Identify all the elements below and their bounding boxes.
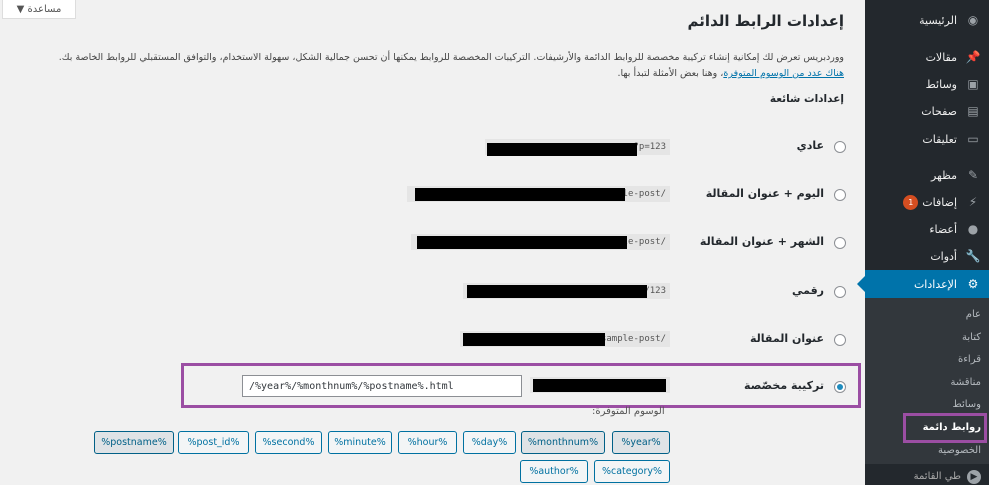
tag-post-id-button[interactable]: %post_id%: [178, 431, 249, 454]
sidebar-item-tools[interactable]: 🔧 أدوات: [865, 243, 989, 269]
radio-day-name[interactable]: [834, 189, 846, 201]
submenu-privacy[interactable]: الخصوصية: [938, 445, 981, 456]
intro-line1: ووردبريس تعرض لك إمكانية إنشاء تركيبة مخ…: [58, 52, 844, 63]
sidebar-item-posts[interactable]: 📌 مقالات: [865, 44, 989, 70]
redacted-block: [463, 333, 605, 346]
sidebar-item-dashboard[interactable]: ◉ الرئيسية: [865, 7, 989, 33]
submenu-discussion[interactable]: مناقشة: [951, 377, 981, 388]
available-tags-link[interactable]: هناك عدد من الوسوم المتوفرة: [723, 68, 844, 79]
submenu-media[interactable]: وسائط: [952, 399, 981, 410]
submenu-reading[interactable]: قراءة: [958, 354, 981, 365]
page-icon: ▤: [967, 104, 979, 118]
option-label-day-name: اليوم + عنوان المقالة: [705, 187, 824, 200]
sidebar-item-plugins[interactable]: ⚡ إضافات 1: [865, 189, 989, 215]
settings-icon: ⚙: [967, 277, 979, 291]
radio-numeric[interactable]: [834, 286, 846, 298]
option-label-custom: تركيبة مخصّصة: [744, 379, 824, 392]
sidebar-item-media[interactable]: ▣ وسائط: [865, 71, 989, 97]
collapse-arrow-icon: ▶: [967, 469, 981, 484]
tag-second-button[interactable]: %second%: [255, 431, 322, 454]
option-label-post-name: عنوان المقالة: [749, 332, 824, 345]
media-icon: ▣: [967, 77, 979, 91]
tag-category-button[interactable]: %category%: [594, 460, 670, 483]
user-icon: ●: [967, 222, 979, 236]
radio-plain[interactable]: [834, 141, 846, 153]
option-label-numeric: رقمي: [791, 284, 824, 297]
wrench-icon: 🔧: [965, 249, 981, 263]
intro-text: ووردبريس تعرض لك إمكانية إنشاء تركيبة مخ…: [0, 50, 844, 82]
tag-day-button[interactable]: %day%: [463, 431, 516, 454]
comment-icon: ▭: [967, 132, 979, 146]
common-settings-title: إعدادات شائعة: [769, 93, 844, 105]
tag-postname-button[interactable]: %postname%: [94, 431, 174, 454]
page-title: إعدادات الرابط الدائم: [687, 12, 844, 30]
sidebar-item-settings[interactable]: ⚙ الإعدادات: [857, 270, 989, 298]
brush-icon: ✎: [967, 168, 979, 182]
custom-structure-input[interactable]: [242, 375, 522, 397]
option-label-plain: عادي: [796, 139, 824, 152]
radio-month-name[interactable]: [834, 237, 846, 249]
sidebar-item-users[interactable]: ● أعضاء: [865, 216, 989, 242]
main-content: إعدادات الرابط الدائم ووردبريس تعرض لك إ…: [0, 0, 864, 485]
option-post-name: عنوان المقالة: [0, 325, 864, 355]
sidebar-item-comments[interactable]: ▭ تعليقات: [865, 126, 989, 152]
tag-minute-button[interactable]: %minute%: [328, 431, 392, 454]
redacted-block: [533, 379, 666, 392]
tag-hour-button[interactable]: %hour%: [398, 431, 457, 454]
tag-monthnum-button[interactable]: %monthnum%: [521, 431, 605, 454]
dashboard-icon: ◉: [967, 13, 979, 27]
option-label-month-name: الشهر + عنوان المقالة: [699, 235, 824, 248]
option-plain: عادي: [0, 132, 864, 162]
radio-post-name[interactable]: [834, 334, 846, 346]
pin-icon: 📌: [965, 50, 981, 64]
redacted-block: [417, 236, 627, 249]
tag-year-button[interactable]: %year%: [612, 431, 670, 454]
submenu-general[interactable]: عام: [966, 309, 981, 320]
available-tags-label: الوسوم المتوفرة:: [592, 406, 665, 417]
radio-custom[interactable]: [834, 381, 846, 393]
sidebar-item-pages[interactable]: ▤ صفحات: [865, 98, 989, 124]
submenu-writing[interactable]: كتابة: [962, 332, 981, 343]
sidebar-item-appearance[interactable]: ✎ مظهر: [865, 162, 989, 188]
redacted-block: [487, 143, 637, 156]
collapse-menu[interactable]: ▶ طي القائمة: [865, 468, 989, 485]
option-numeric: رقمي: [0, 277, 864, 307]
help-tab[interactable]: مساعدة ▼: [2, 0, 76, 19]
admin-sidebar: ◉ الرئيسية 📌 مقالات ▣ وسائط ▤ صفحات ▭ تع…: [857, 0, 989, 485]
permalinks-highlight: [903, 413, 987, 443]
plugin-icon: ⚡: [968, 195, 978, 209]
plugins-update-badge: 1: [903, 194, 919, 210]
intro-line2: ، وهنا بعض الأمثلة لتبدأ بها.: [617, 68, 724, 79]
tag-author-button[interactable]: %author%: [520, 460, 588, 483]
redacted-block: [415, 188, 625, 201]
redacted-block: [467, 285, 647, 298]
